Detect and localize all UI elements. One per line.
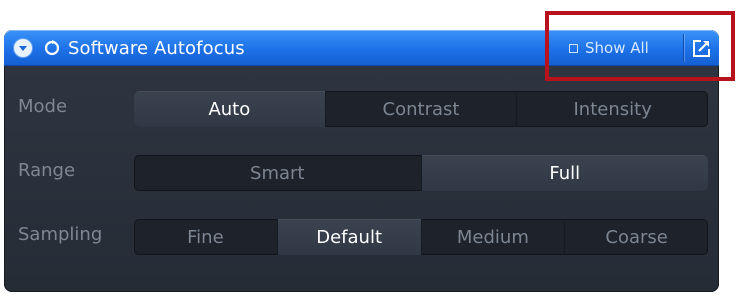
sampling-segmented-control: Fine Default Medium Coarse [134, 219, 708, 255]
mode-option-contrast[interactable]: Contrast [324, 91, 517, 127]
sampling-option-fine[interactable]: Fine [134, 219, 277, 255]
mode-option-auto[interactable]: Auto [134, 91, 325, 127]
sampling-option-default[interactable]: Default [276, 219, 421, 255]
mode-segmented-control: Auto Contrast Intensity [134, 91, 708, 127]
sampling-label: Sampling [18, 224, 103, 245]
mode-label: Mode [18, 96, 68, 117]
chevron-down-icon[interactable] [14, 39, 32, 57]
annotation-highlight-box [545, 11, 735, 81]
range-option-smart[interactable]: Smart [134, 155, 421, 191]
mode-option-intensity[interactable]: Intensity [516, 91, 708, 127]
panel-title: Software Autofocus [68, 38, 245, 59]
range-option-full[interactable]: Full [420, 155, 708, 191]
refresh-icon[interactable] [44, 40, 60, 56]
sampling-option-medium[interactable]: Medium [420, 219, 565, 255]
range-label: Range [18, 160, 76, 181]
sampling-option-coarse[interactable]: Coarse [564, 219, 708, 255]
range-segmented-control: Smart Full [134, 155, 708, 191]
